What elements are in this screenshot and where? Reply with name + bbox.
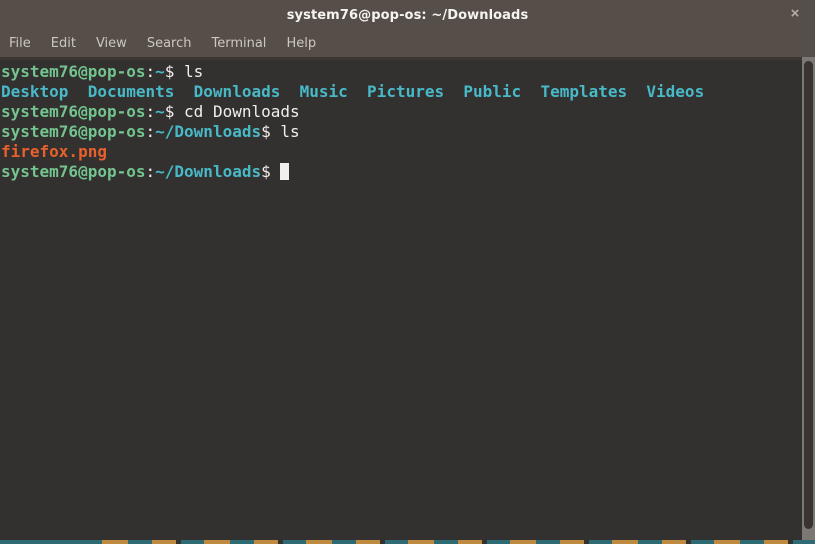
prompt-colon: :	[146, 162, 156, 181]
prompt-line-cd: system76@pop-os:~$ cd Downloads	[1, 102, 801, 122]
prompt-colon: :	[146, 122, 156, 141]
menu-help[interactable]: Help	[285, 33, 317, 54]
menu-view[interactable]: View	[95, 33, 128, 54]
prompt-line-current: system76@pop-os:~/Downloads$	[1, 162, 801, 182]
prompt-dollar: $	[261, 122, 280, 141]
menubar: File Edit View Search Terminal Help	[0, 30, 815, 57]
ls-output-file: firefox.png	[1, 142, 801, 162]
background-window-strip	[0, 540, 815, 544]
window-title: system76@pop-os: ~/Downloads	[287, 8, 529, 23]
prompt-user-host: system76@pop-os	[1, 62, 146, 81]
titlebar[interactable]: system76@pop-os: ~/Downloads ×	[0, 0, 815, 30]
menu-file[interactable]: File	[8, 33, 32, 54]
prompt-colon: :	[146, 62, 156, 81]
prompt-user-host: system76@pop-os	[1, 162, 146, 181]
prompt-dollar: $	[165, 102, 184, 121]
scrollbar[interactable]	[802, 57, 815, 540]
terminal-screen[interactable]: system76@pop-os:~$ ls Desktop Documents …	[0, 60, 815, 540]
prompt-user-host: system76@pop-os	[1, 122, 146, 141]
prompt-path: ~/Downloads	[155, 162, 261, 181]
prompt-line-ls-downloads: system76@pop-os:~/Downloads$ ls	[1, 122, 801, 142]
prompt-path: ~	[155, 62, 165, 81]
command-text: cd Downloads	[184, 102, 300, 121]
prompt-dollar: $	[261, 162, 280, 181]
terminal-cursor	[280, 163, 289, 180]
ls-output-directories: Desktop Documents Downloads Music Pictur…	[1, 82, 801, 102]
prompt-line-ls-home: system76@pop-os:~$ ls	[1, 62, 801, 82]
command-text: ls	[184, 62, 203, 81]
scrollbar-thumb[interactable]	[804, 61, 813, 529]
terminal-window: system76@pop-os: ~/Downloads × File Edit…	[0, 0, 815, 544]
prompt-path: ~/Downloads	[155, 122, 261, 141]
prompt-path: ~	[155, 102, 165, 121]
menu-search[interactable]: Search	[146, 33, 193, 54]
close-button[interactable]: ×	[783, 2, 807, 26]
menu-edit[interactable]: Edit	[50, 33, 77, 54]
prompt-dollar: $	[165, 62, 184, 81]
prompt-colon: :	[146, 102, 156, 121]
menu-terminal[interactable]: Terminal	[210, 33, 267, 54]
command-text: ls	[280, 122, 299, 141]
prompt-user-host: system76@pop-os	[1, 102, 146, 121]
close-icon: ×	[791, 5, 800, 22]
